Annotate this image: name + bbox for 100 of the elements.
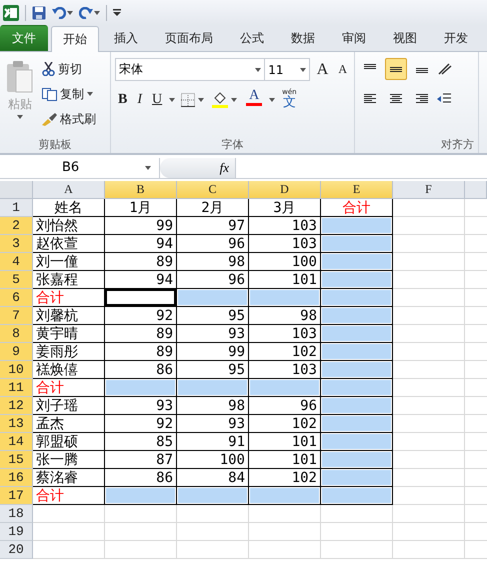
ribbon-tab[interactable]: 页面布局 bbox=[153, 25, 225, 51]
row-header[interactable]: 4 bbox=[0, 253, 33, 271]
row-header[interactable]: 17 bbox=[0, 487, 33, 505]
undo-icon bbox=[52, 6, 66, 18]
align-lines-icon bbox=[389, 64, 403, 74]
align-lines-icon bbox=[363, 93, 377, 105]
file-menu-tab[interactable]: 文件 bbox=[0, 25, 48, 51]
redo-icon bbox=[79, 6, 93, 18]
table-cell: 94 bbox=[105, 271, 177, 289]
row-header[interactable]: 3 bbox=[0, 235, 33, 253]
row-header[interactable]: 1 bbox=[0, 199, 33, 217]
font-name-field[interactable]: 宋体 bbox=[115, 58, 266, 81]
table-cell: 刘子瑶 bbox=[33, 397, 105, 415]
table-cell: 3月 bbox=[249, 199, 321, 217]
ribbon-tab[interactable]: 视图 bbox=[381, 25, 429, 51]
table-cell: 101 bbox=[249, 433, 321, 451]
row-header[interactable]: 16 bbox=[0, 469, 33, 487]
row-header[interactable]: 18 bbox=[0, 505, 33, 523]
table-cell: 姜雨彤 bbox=[33, 343, 105, 361]
ribbon-tab[interactable]: 审阅 bbox=[330, 25, 378, 51]
table-cell: 87 bbox=[105, 451, 177, 469]
row-header[interactable]: 11 bbox=[0, 379, 33, 397]
cut-button[interactable]: 剪切 bbox=[40, 58, 98, 80]
column-header[interactable]: C bbox=[177, 181, 249, 199]
table-cell: 合计 bbox=[321, 199, 393, 217]
caret-icon bbox=[17, 115, 23, 119]
table-cell: 刘一僮 bbox=[33, 253, 105, 271]
shrink-font-button[interactable]: A bbox=[335, 58, 350, 80]
table-cell: 100 bbox=[177, 451, 249, 469]
table-cell: 96 bbox=[177, 271, 249, 289]
row-header[interactable]: 9 bbox=[0, 343, 33, 361]
row-header[interactable]: 10 bbox=[0, 361, 33, 379]
spreadsheet-logo-icon bbox=[3, 4, 19, 20]
column-header[interactable]: F bbox=[393, 181, 465, 199]
table-cell: 86 bbox=[105, 469, 177, 487]
insert-function-button[interactable]: fx bbox=[160, 158, 236, 178]
copy-button[interactable]: 复制 bbox=[40, 83, 98, 105]
caret-icon bbox=[67, 10, 73, 14]
ribbon-tab[interactable]: 数据 bbox=[279, 25, 327, 51]
row-header[interactable]: 5 bbox=[0, 271, 33, 289]
color-bar-icon bbox=[246, 103, 262, 106]
table-cell: 103 bbox=[249, 325, 321, 343]
column-header[interactable]: A bbox=[33, 181, 105, 199]
row-header[interactable]: 14 bbox=[0, 433, 33, 451]
ribbon-tab[interactable]: 开发 bbox=[432, 25, 480, 51]
vertical-align-button[interactable] bbox=[385, 58, 407, 80]
format-painter-button[interactable]: 格式刷 bbox=[40, 108, 98, 130]
table-cell: 郭盟硕 bbox=[33, 433, 105, 451]
table-cell: 93 bbox=[105, 397, 177, 415]
align-lines-icon bbox=[389, 93, 403, 105]
ribbon-tab[interactable]: 插入 bbox=[102, 25, 150, 51]
column-header[interactable]: B bbox=[105, 181, 177, 199]
table-cell: 92 bbox=[105, 307, 177, 325]
column-header[interactable]: D bbox=[249, 181, 321, 199]
bold-button[interactable]: B bbox=[115, 89, 130, 111]
row-header[interactable]: 7 bbox=[0, 307, 33, 325]
row-header[interactable]: 8 bbox=[0, 325, 33, 343]
column-header[interactable]: E bbox=[321, 181, 393, 199]
font-color-button[interactable]: A bbox=[243, 89, 266, 111]
table-cell: 合计 bbox=[33, 379, 105, 397]
save-button[interactable] bbox=[32, 4, 46, 22]
table-cell: 103 bbox=[249, 235, 321, 253]
font-size-field[interactable]: 11 bbox=[264, 58, 310, 81]
table-cell: 99 bbox=[105, 217, 177, 235]
save-icon bbox=[32, 6, 46, 20]
row-header[interactable]: 19 bbox=[0, 523, 33, 541]
row-header[interactable]: 15 bbox=[0, 451, 33, 469]
table-cell: 张嘉程 bbox=[33, 271, 105, 289]
row-header[interactable]: 2 bbox=[0, 217, 33, 235]
row-header[interactable]: 6 bbox=[0, 289, 33, 307]
table-cell: 98 bbox=[177, 253, 249, 271]
row-header[interactable]: 13 bbox=[0, 415, 33, 433]
caret-icon bbox=[169, 98, 176, 102]
table-cell: 94 bbox=[105, 235, 177, 253]
italic-button[interactable]: I bbox=[134, 89, 146, 111]
row-header[interactable]: 12 bbox=[0, 397, 33, 415]
table-cell: 93 bbox=[177, 415, 249, 433]
underline-button[interactable]: U bbox=[149, 89, 166, 111]
table-cell: 99 bbox=[177, 343, 249, 361]
row-header[interactable]: 20 bbox=[0, 541, 33, 559]
caret-icon bbox=[269, 98, 276, 102]
table-cell: 蔡洺睿 bbox=[33, 469, 105, 487]
table-cell: 103 bbox=[249, 361, 321, 379]
ribbon-tab[interactable]: 开始 bbox=[51, 26, 99, 52]
table-cell: 89 bbox=[105, 253, 177, 271]
table-cell: 2月 bbox=[177, 199, 249, 217]
table-cell: 89 bbox=[105, 325, 177, 343]
table-cell: 96 bbox=[177, 235, 249, 253]
grow-font-button[interactable]: A bbox=[314, 58, 332, 80]
table-cell: 刘馨杭 bbox=[33, 307, 105, 325]
caret-icon bbox=[94, 10, 100, 14]
table-cell: 102 bbox=[249, 343, 321, 361]
ribbon-tab[interactable]: 公式 bbox=[228, 25, 276, 51]
table-cell: 赵依萱 bbox=[33, 235, 105, 253]
caret-icon bbox=[145, 166, 151, 170]
table-cell: 95 bbox=[177, 307, 249, 325]
table-cell: 96 bbox=[249, 397, 321, 415]
caret-icon bbox=[231, 98, 238, 102]
table-cell: 95 bbox=[177, 361, 249, 379]
table-cell: 姓名 bbox=[33, 199, 105, 217]
